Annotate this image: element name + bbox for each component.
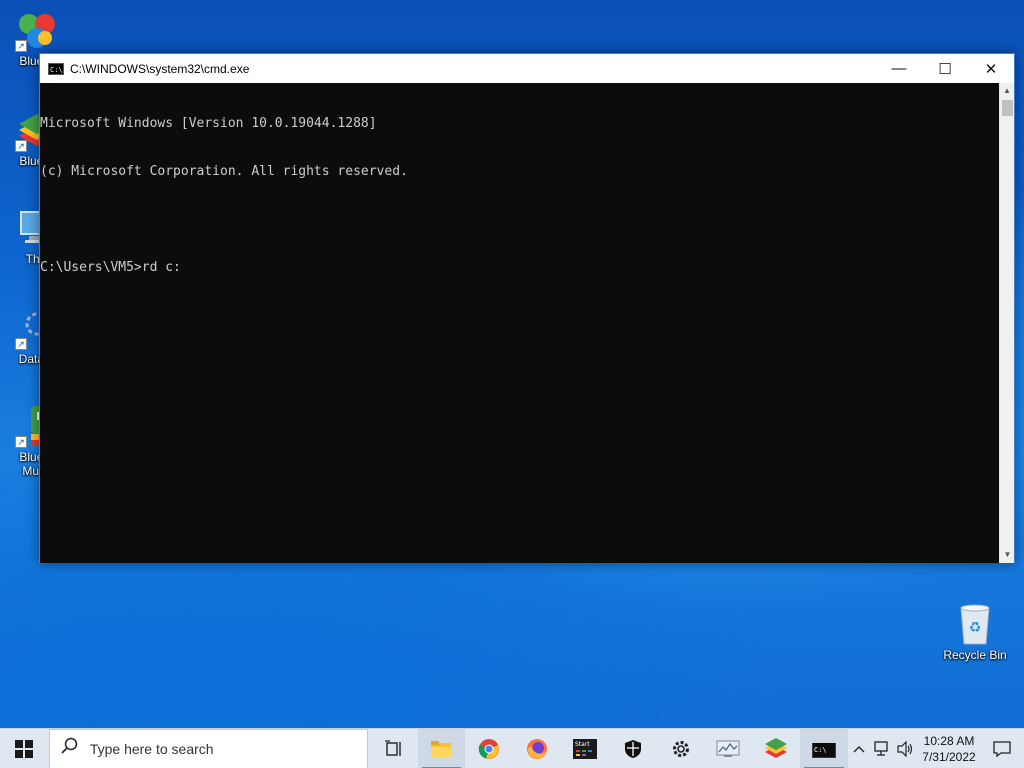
task-view-icon <box>384 739 401 756</box>
chrome-icon <box>478 738 500 759</box>
chrome-button[interactable] <box>465 729 513 768</box>
svg-text:C:\: C:\ <box>814 746 827 754</box>
shield-icon <box>624 739 641 758</box>
file-explorer-button[interactable] <box>417 728 466 768</box>
console-prompt-line: C:\Users\VM5>rd c: <box>40 260 181 275</box>
gear-icon <box>672 740 689 757</box>
cmd-window[interactable]: C:\ C:\WINDOWS\system32\cmd.exe — ☐ ✕ Mi… <box>39 53 1015 563</box>
maximize-button[interactable]: ☐ <box>922 54 968 83</box>
start-button[interactable] <box>0 729 48 768</box>
scroll-up-arrow-icon[interactable]: ▲ <box>1000 83 1014 99</box>
vertical-scrollbar[interactable]: ▲ ▼ <box>999 83 1014 563</box>
close-icon: ✕ <box>984 60 998 78</box>
notifications-button[interactable] <box>980 729 1024 768</box>
bluestacks-layers-icon <box>765 737 788 758</box>
minimize-icon: — <box>891 60 907 77</box>
taskbar-search-box[interactable]: Type here to search <box>48 728 368 768</box>
close-button[interactable]: ✕ <box>968 54 1014 83</box>
console-line: Microsoft Windows [Version 10.0.19044.12… <box>40 116 377 131</box>
desktop-icon-recycle-bin[interactable]: ♻ Recycle Bin <box>938 602 1012 662</box>
minimize-button[interactable]: — <box>876 54 922 83</box>
speaker-icon <box>897 740 913 757</box>
cmd-taskbar-button[interactable]: C:\ <box>800 728 848 768</box>
chevron-up-icon <box>853 745 865 752</box>
network-icon <box>874 740 888 756</box>
scrollbar-thumb[interactable] <box>1002 100 1013 116</box>
notification-icon <box>993 740 1011 757</box>
search-placeholder: Type here to search <box>89 740 214 757</box>
svg-text:♻: ♻ <box>969 620 982 636</box>
start-app-icon: Start <box>572 738 597 759</box>
start-app-button[interactable]: Start <box>561 729 609 768</box>
volume-button[interactable] <box>894 729 918 768</box>
network-button[interactable] <box>870 729 894 768</box>
bluestacks-taskbar-button[interactable] <box>752 729 800 768</box>
search-icon <box>50 737 90 760</box>
bluestacks-icon: ↗ <box>15 8 59 52</box>
task-view-button[interactable] <box>370 729 418 768</box>
taskbar-clock[interactable]: 10:28 AM 7/31/2022 <box>918 733 980 765</box>
taskbar: Type here to search Start C:\ 10:28 AM 7… <box>0 728 1024 768</box>
clock-time: 10:28 AM <box>923 733 975 748</box>
performance-monitor-icon <box>716 740 740 757</box>
firefox-button[interactable] <box>513 729 561 768</box>
security-button[interactable] <box>609 729 657 768</box>
console-line: (c) Microsoft Corporation. All rights re… <box>40 164 408 179</box>
settings-button[interactable] <box>657 729 705 768</box>
performance-monitor-button[interactable] <box>705 729 753 768</box>
firefox-icon <box>527 738 548 759</box>
console-output[interactable]: Microsoft Windows [Version 10.0.19044.12… <box>40 83 1001 563</box>
svg-text:Start: Start <box>575 741 590 748</box>
folder-icon <box>431 740 452 757</box>
windows-logo-icon <box>14 739 33 758</box>
maximize-icon: ☐ <box>938 60 952 78</box>
show-hidden-icons-button[interactable] <box>848 729 870 768</box>
cmd-app-icon: C:\ <box>48 62 64 75</box>
window-title: C:\WINDOWS\system32\cmd.exe <box>70 61 250 76</box>
clock-date: 7/31/2022 <box>922 749 976 764</box>
system-tray: 10:28 AM 7/31/2022 <box>848 729 1024 768</box>
desktop-icon-label: Recycle Bin <box>943 648 1007 662</box>
scroll-down-arrow-icon[interactable]: ▼ <box>1000 547 1015 563</box>
window-titlebar[interactable]: C:\ C:\WINDOWS\system32\cmd.exe — ☐ ✕ <box>40 54 1014 83</box>
recycle-bin-icon: ♻ <box>953 602 997 646</box>
cmd-icon: C:\ <box>812 739 837 758</box>
